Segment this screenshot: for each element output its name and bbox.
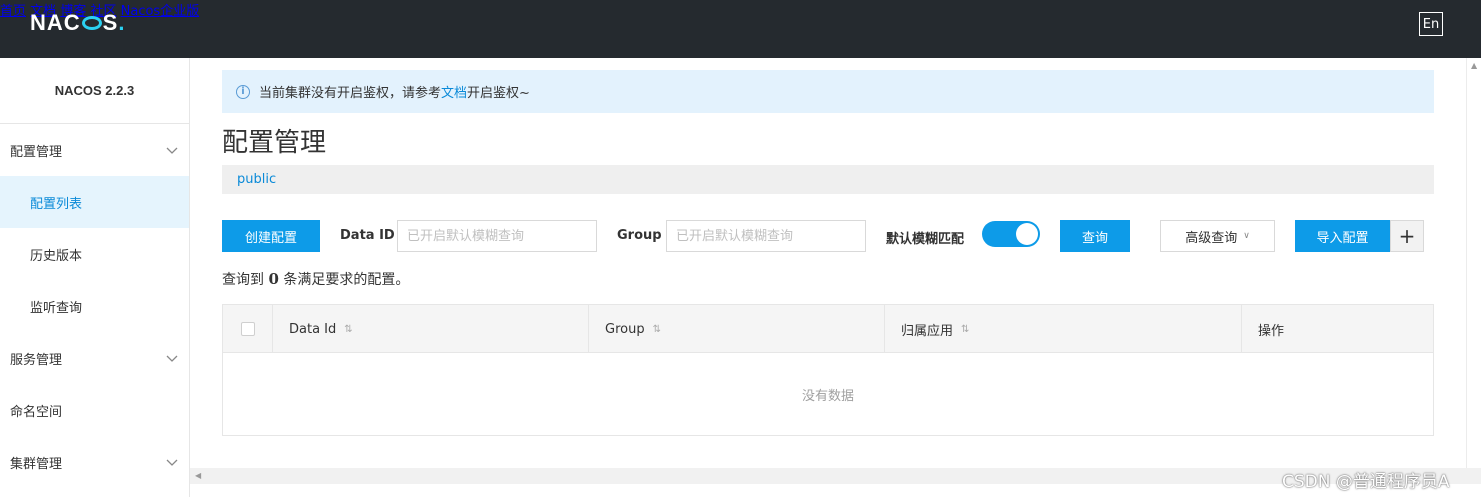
data-id-input[interactable] <box>397 220 597 252</box>
select-all-checkbox[interactable] <box>240 322 255 336</box>
column-label: Group <box>605 321 645 337</box>
group-label: Group <box>617 228 662 243</box>
select-all-cell <box>223 305 273 353</box>
nacos-logo[interactable]: NAC S. <box>30 10 125 36</box>
sidebar-item-label: 服务管理 <box>10 352 63 368</box>
column-label: Data Id <box>289 321 337 337</box>
notice-text-after: 开启鉴权~ <box>467 86 530 101</box>
sidebar-item-namespace[interactable]: 命名空间 <box>0 384 189 436</box>
sort-icon[interactable]: ⇅ <box>653 324 661 335</box>
config-table: Data Id ⇅ Group ⇅ 归属应用 ⇅ 操作 没有数据 <box>222 304 1434 436</box>
sidebar: NACOS 2.2.3 配置管理 配置列表 历史版本 监听查询 服务管理 命名空… <box>0 58 190 497</box>
namespace-public-link[interactable]: public <box>237 172 276 187</box>
chevron-down-icon <box>166 459 178 466</box>
result-text-before: 查询到 <box>222 272 269 288</box>
sidebar-item-label: 配置列表 <box>30 196 83 212</box>
import-config-button[interactable]: 导入配置 <box>1295 220 1390 252</box>
sidebar-item-listener-query[interactable]: 监听查询 <box>0 280 189 332</box>
vertical-scrollbar[interactable]: ▲ <box>1466 58 1481 468</box>
nav-home[interactable]: 首页 <box>0 4 26 19</box>
column-header-group[interactable]: Group ⇅ <box>589 305 885 353</box>
column-label: 归属应用 <box>901 323 954 339</box>
sidebar-item-service-management[interactable]: 服务管理 <box>0 332 189 384</box>
sidebar-item-label: 监听查询 <box>30 300 83 316</box>
empty-state: 没有数据 <box>801 388 854 404</box>
result-text-after: 条满足要求的配置。 <box>278 272 410 288</box>
sidebar-item-history[interactable]: 历史版本 <box>0 228 189 280</box>
namespace-bar: public <box>222 165 1434 194</box>
scroll-up-icon[interactable]: ▲ <box>1471 61 1477 70</box>
search-button[interactable]: 查询 <box>1060 220 1130 252</box>
chevron-down-icon <box>166 147 178 154</box>
watermark: CSDN @普通程序员A <box>1282 472 1450 492</box>
sort-icon[interactable]: ⇅ <box>961 324 969 335</box>
group-input[interactable] <box>666 220 866 252</box>
fuzzy-match-toggle[interactable] <box>982 221 1040 247</box>
column-header-actions: 操作 <box>1242 305 1433 353</box>
result-count: 0 <box>268 270 279 288</box>
logo-ring-icon <box>81 16 102 30</box>
more-actions-plus-button[interactable]: + <box>1390 220 1424 252</box>
fuzzy-match-label: 默认模糊匹配 <box>886 232 965 247</box>
notice-text-before: 当前集群没有开启鉴权，请参考 <box>259 86 442 101</box>
chevron-down-icon <box>166 355 178 362</box>
chevron-down-icon: ∨ <box>1243 231 1250 241</box>
page-title: 配置管理 <box>222 128 327 158</box>
info-icon: i <box>236 84 250 99</box>
sidebar-item-cluster-management[interactable]: 集群管理 <box>0 436 189 488</box>
sidebar-item-config-list[interactable]: 配置列表 <box>0 176 189 228</box>
sidebar-item-label: 命名空间 <box>10 404 63 420</box>
nav-enterprise[interactable]: Nacos企业版 <box>121 4 200 19</box>
language-switch-button[interactable]: En <box>1419 12 1443 36</box>
column-label: 操作 <box>1258 323 1285 339</box>
sidebar-item-label: 历史版本 <box>30 248 83 264</box>
advanced-search-button[interactable]: 高级查询 ∨ <box>1160 220 1275 252</box>
version-label: NACOS 2.2.3 <box>0 58 189 124</box>
sort-icon[interactable]: ⇅ <box>344 324 352 335</box>
sidebar-item-config-management[interactable]: 配置管理 <box>0 124 189 176</box>
sidebar-item-label: 配置管理 <box>10 144 63 160</box>
auth-notice: i 当前集群没有开启鉴权，请参考 文档 开启鉴权~ <box>222 70 1434 113</box>
scroll-left-icon[interactable]: ◀ <box>195 471 201 480</box>
data-id-label: Data ID <box>340 228 395 243</box>
toggle-knob <box>1016 223 1038 245</box>
column-header-data-id[interactable]: Data Id ⇅ <box>273 305 589 353</box>
result-summary: 查询到 0 条满足要求的配置。 <box>222 269 409 289</box>
advanced-search-label: 高级查询 <box>1185 230 1238 246</box>
table-header: Data Id ⇅ Group ⇅ 归属应用 ⇅ 操作 <box>223 305 1433 353</box>
sidebar-item-label: 集群管理 <box>10 456 63 472</box>
top-header: NAC S. 首页 文档 博客 社区 Nacos企业版 En <box>0 0 1481 58</box>
create-config-button[interactable]: 创建配置 <box>222 220 320 252</box>
column-header-app[interactable]: 归属应用 ⇅ <box>885 305 1242 353</box>
notice-docs-link[interactable]: 文档 <box>441 82 467 101</box>
